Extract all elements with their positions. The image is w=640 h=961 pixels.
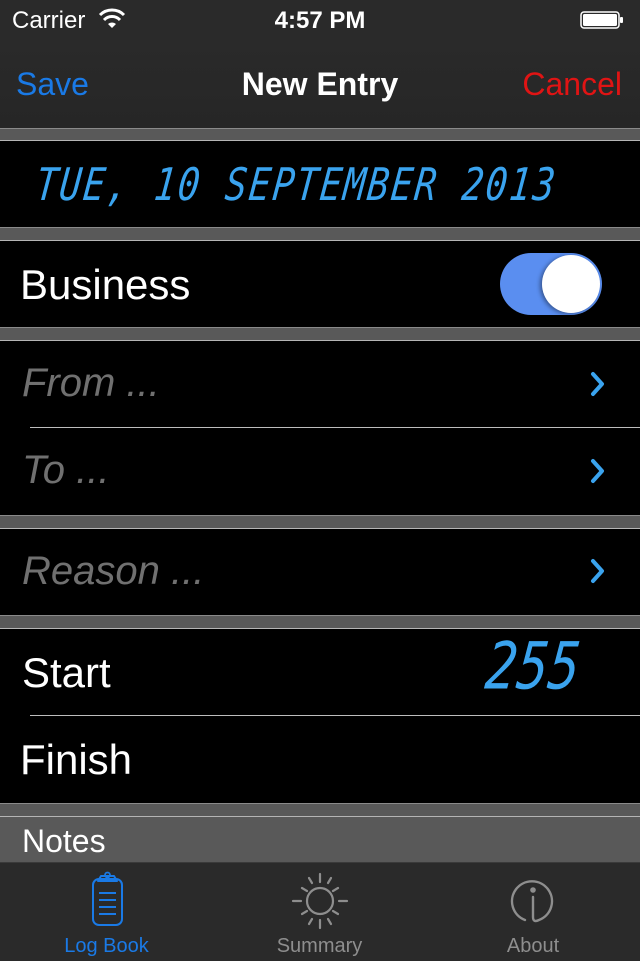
navigation-bar: Save New Entry Cancel xyxy=(0,40,640,128)
section-separator xyxy=(0,615,640,629)
section-separator xyxy=(0,803,640,817)
odometer-section: Start 255 Finish xyxy=(0,629,640,803)
business-row: Business xyxy=(0,241,640,327)
section-separator xyxy=(0,128,640,141)
from-row[interactable]: From ... xyxy=(0,341,640,427)
notes-section-header: Notes xyxy=(0,817,640,862)
chevron-right-icon xyxy=(591,372,604,396)
status-bar: Carrier 4:57 PM xyxy=(0,0,640,40)
battery-icon xyxy=(580,11,623,29)
tab-log-book[interactable]: Log Book xyxy=(0,863,213,961)
clock: 4:57 PM xyxy=(274,7,366,34)
from-placeholder: From ... xyxy=(22,361,160,405)
info-icon xyxy=(510,880,554,923)
sun-icon xyxy=(291,872,348,930)
toggle-knob xyxy=(542,255,600,313)
route-section: From ... To ... xyxy=(0,341,640,515)
chevron-right-icon xyxy=(591,459,604,483)
tab-about[interactable]: About xyxy=(426,863,640,961)
tab-label: Log Book xyxy=(64,935,149,957)
start-label: Start xyxy=(22,649,111,696)
finish-row[interactable]: Finish xyxy=(0,716,640,803)
section-separator xyxy=(0,515,640,529)
business-toggle[interactable] xyxy=(500,253,602,315)
tab-bar: Log Book Summary About xyxy=(0,862,640,961)
date-display: TUE, 10 SEPTEMBER 2013 xyxy=(33,159,560,212)
section-separator xyxy=(0,227,640,241)
tab-summary[interactable]: Summary xyxy=(213,863,426,961)
tab-label: Summary xyxy=(276,935,363,957)
to-row[interactable]: To ... xyxy=(0,428,640,515)
finish-label: Finish xyxy=(20,736,133,783)
section-separator xyxy=(0,327,640,341)
start-value: 255 xyxy=(482,629,584,705)
to-placeholder: To ... xyxy=(22,448,110,492)
business-label: Business xyxy=(20,261,191,308)
tab-label: About xyxy=(506,935,560,957)
chevron-right-icon xyxy=(591,559,604,583)
reason-row[interactable]: Reason ... xyxy=(0,529,640,615)
date-row[interactable]: TUE, 10 SEPTEMBER 2013 xyxy=(0,141,640,227)
clipboard-icon xyxy=(91,871,123,926)
cancel-button[interactable]: Cancel xyxy=(522,66,622,103)
reason-placeholder: Reason ... xyxy=(22,549,205,593)
start-row[interactable]: Start 255 xyxy=(0,629,640,715)
notes-label: Notes xyxy=(22,823,106,859)
